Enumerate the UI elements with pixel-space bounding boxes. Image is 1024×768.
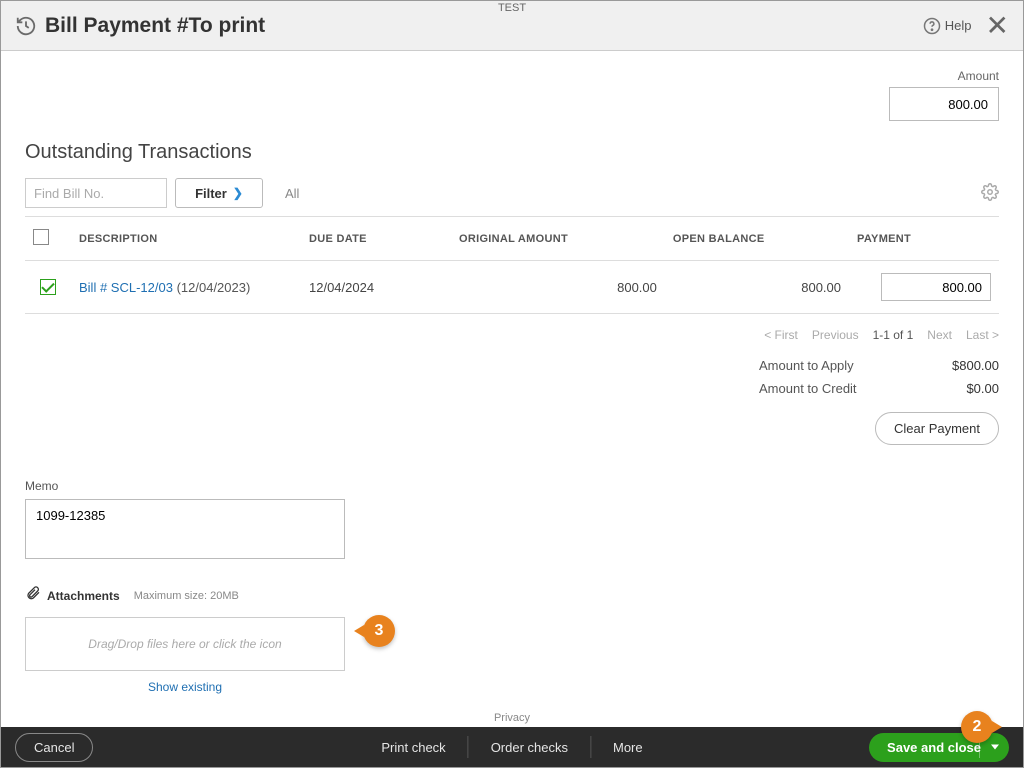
original-amount-cell: 800.00 — [451, 261, 665, 314]
filter-label: Filter — [195, 186, 227, 201]
clear-payment-button[interactable]: Clear Payment — [875, 412, 999, 445]
privacy-link[interactable]: Privacy — [25, 712, 999, 724]
more-button[interactable]: More — [591, 740, 665, 755]
col-description: DESCRIPTION — [71, 217, 301, 261]
chevron-right-icon: ❯ — [233, 186, 243, 200]
table-row: Bill # SCL-12/03 (12/04/2023) 12/04/2024… — [25, 261, 999, 314]
filter-button[interactable]: Filter ❯ — [175, 178, 263, 208]
close-button[interactable]: ✕ — [986, 12, 1009, 40]
content-scroll[interactable]: Amount Outstanding Transactions Filter ❯… — [1, 51, 1023, 727]
gear-icon — [981, 183, 999, 201]
history-icon[interactable] — [15, 15, 37, 37]
amount-to-apply-value: $800.00 — [919, 358, 999, 373]
cancel-button[interactable]: Cancel — [15, 733, 93, 762]
col-due-date: DUE DATE — [301, 217, 451, 261]
annotation-callout-3: 3 — [363, 615, 395, 647]
page-last[interactable]: Last > — [966, 328, 999, 342]
attachments-label: Attachments — [47, 589, 120, 603]
env-badge: TEST — [498, 2, 526, 14]
amount-to-credit-label: Amount to Credit — [759, 381, 879, 396]
order-checks-button[interactable]: Order checks — [469, 740, 590, 755]
attachments-dropzone[interactable]: Drag/Drop files here or click the icon — [25, 617, 345, 671]
dialog-header: Bill Payment #To print TEST Help ✕ — [1, 1, 1023, 51]
table-settings-button[interactable] — [981, 183, 999, 204]
annotation-callout-2: 2 — [961, 711, 993, 743]
payment-input[interactable] — [881, 273, 991, 301]
pagination: < First Previous 1-1 of 1 Next Last > — [25, 328, 999, 342]
page-title: Bill Payment #To print — [45, 14, 265, 38]
print-check-button[interactable]: Print check — [359, 740, 467, 755]
dropzone-hint: Drag/Drop files here or click the icon — [88, 637, 281, 651]
due-date-cell: 12/04/2024 — [301, 261, 451, 314]
page-range: 1-1 of 1 — [873, 328, 914, 342]
amount-label: Amount — [25, 69, 999, 83]
help-icon — [923, 17, 941, 35]
col-original-amount: ORIGINAL AMOUNT — [451, 217, 665, 261]
transactions-table: DESCRIPTION DUE DATE ORIGINAL AMOUNT OPE… — [25, 216, 999, 314]
amount-to-apply-label: Amount to Apply — [759, 358, 879, 373]
save-button-label: Save and close — [887, 740, 981, 755]
attachments-max: Maximum size: 20MB — [134, 590, 239, 602]
paperclip-icon[interactable] — [25, 584, 41, 607]
col-open-balance: OPEN BALANCE — [665, 217, 849, 261]
bill-date: (12/04/2023) — [177, 280, 251, 295]
help-label: Help — [945, 18, 972, 33]
memo-input[interactable] — [25, 499, 345, 559]
find-bill-input[interactable] — [25, 178, 167, 208]
page-previous[interactable]: Previous — [812, 328, 859, 342]
open-balance-cell: 800.00 — [665, 261, 849, 314]
page-first[interactable]: < First — [764, 328, 798, 342]
show-existing-link[interactable]: Show existing — [148, 680, 222, 694]
col-payment: PAYMENT — [849, 217, 999, 261]
page-next[interactable]: Next — [927, 328, 952, 342]
filter-scope: All — [285, 186, 299, 201]
bill-link[interactable]: Bill # SCL-12/03 — [79, 280, 173, 295]
help-button[interactable]: Help — [923, 17, 972, 35]
amount-input[interactable] — [889, 87, 999, 121]
amount-to-credit-value: $0.00 — [919, 381, 999, 396]
row-checkbox[interactable] — [40, 279, 56, 295]
summary-block: Amount to Apply $800.00 Amount to Credit… — [25, 358, 999, 445]
caret-down-icon — [991, 745, 999, 750]
memo-label: Memo — [25, 479, 345, 493]
dialog-footer: Cancel Print check Order checks More Sav… — [1, 727, 1023, 767]
select-all-checkbox[interactable] — [33, 229, 49, 245]
outstanding-title: Outstanding Transactions — [25, 141, 999, 164]
